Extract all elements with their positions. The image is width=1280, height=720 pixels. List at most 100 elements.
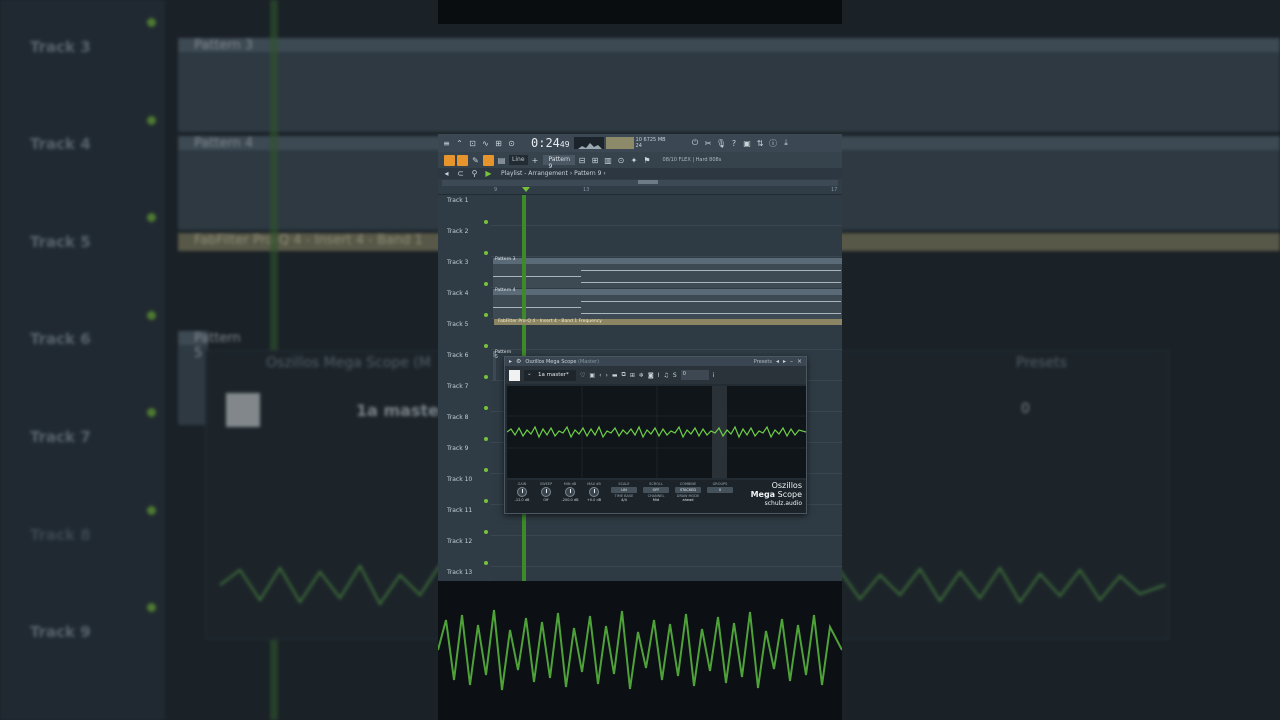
download-icon[interactable]: ⤓ (781, 138, 792, 149)
snap-select[interactable]: Line (509, 155, 528, 165)
automation-clip[interactable]: FabFilter Pro-Q 4 - Insert 4 - Band 1 Fr… (494, 319, 842, 325)
option-groups[interactable]: GROUPS 0 (705, 482, 735, 494)
arrow-tool[interactable] (457, 154, 468, 166)
option-value-2[interactable]: ahead (673, 498, 703, 502)
knob-gain[interactable]: GAIN -12.0 dB (511, 482, 533, 502)
menu-icon[interactable]: ≡ (441, 138, 452, 149)
track-label[interactable]: Track 2 (447, 228, 468, 235)
loop-icon[interactable]: ⊙ (506, 138, 517, 149)
pattern-selector[interactable]: Pattern 9 (542, 155, 575, 170)
option-value[interactable]: STACKED (675, 487, 701, 493)
tools-icon[interactable]: ✂ (703, 138, 714, 149)
preset-selector[interactable]: ⌄ 1a master* (524, 369, 576, 381)
track-lane[interactable] (491, 567, 842, 581)
option-value[interactable]: OFF (643, 487, 669, 493)
knob-dial[interactable] (589, 487, 599, 497)
pattern-song-toggle[interactable] (444, 154, 455, 166)
info-icon[interactable]: i (713, 372, 715, 379)
tempo-icon[interactable]: ⚑ (642, 155, 653, 166)
track-mute-dot[interactable] (484, 313, 488, 317)
stamp-icon[interactable]: ▤ (496, 155, 507, 166)
pattern-clip[interactable]: Pattern 5 (493, 350, 511, 381)
track-mute-dot[interactable] (484, 468, 488, 472)
track-label[interactable]: Track 13 (447, 569, 472, 576)
record-mode-icon[interactable]: ⊡ (467, 138, 478, 149)
track-mute-dot[interactable] (484, 344, 488, 348)
track-label[interactable]: Track 9 (447, 445, 468, 452)
presets-menu[interactable]: Presets (754, 359, 772, 365)
track-mute-dot[interactable] (484, 220, 488, 224)
track-label[interactable]: Track 5 (447, 321, 468, 328)
next-preset-icon[interactable]: ▸ (783, 358, 786, 365)
track-label[interactable]: Track 4 (447, 290, 468, 297)
collapse-icon[interactable]: ▸ (509, 358, 512, 365)
track-lane[interactable] (491, 195, 842, 226)
pencil-icon[interactable]: ✎ (470, 155, 481, 166)
knob-dial[interactable] (565, 487, 575, 497)
favorite-icon[interactable]: ♡ (580, 372, 585, 379)
option-scale[interactable]: SCALE LIN TIME BASE 4/4 (609, 482, 639, 502)
track-lane[interactable] (491, 536, 842, 567)
track-mute-dot[interactable] (484, 282, 488, 286)
pattern-clip[interactable]: Pattern 3 (493, 257, 842, 288)
folder-icon[interactable]: ▬ (612, 372, 618, 379)
channel-rack-icon[interactable]: ⊞ (590, 155, 601, 166)
prev-icon[interactable]: ‹ (599, 372, 601, 379)
track-lane[interactable] (491, 226, 842, 257)
knob-sweep[interactable]: SWEEP Off (535, 482, 557, 502)
mixer-icon[interactable]: ⊟ (577, 155, 588, 166)
magnet-icon[interactable]: ⊂ (455, 168, 466, 179)
scrollbar-thumb[interactable] (638, 180, 658, 184)
scope-titlebar[interactable]: ▸ ⚙ Oszillos Mega Scope (Master) Presets… (505, 357, 806, 366)
grid-icon[interactable]: ⊞ (630, 372, 635, 379)
option-combine[interactable]: COMBINE STACKED DRAW MODE ahead (673, 482, 703, 502)
waveform-icon[interactable]: ∿ (480, 138, 491, 149)
timeline-ruler[interactable]: 9 13 17 (438, 179, 842, 195)
color-swatch[interactable] (509, 369, 520, 381)
close-icon[interactable]: × (797, 358, 802, 365)
track-label[interactable]: Track 6 (447, 352, 468, 359)
option-value-2[interactable]: 4/4 (609, 498, 639, 502)
track-mute-dot[interactable] (484, 561, 488, 565)
option-value-2[interactable]: Mid (641, 498, 671, 502)
paint-tool[interactable] (483, 154, 494, 166)
track-mute-dot[interactable] (484, 437, 488, 441)
zoom-icon[interactable]: ⚲ (469, 168, 480, 179)
add-pattern-icon[interactable]: + (530, 155, 541, 166)
track-label[interactable]: Track 12 (447, 538, 472, 545)
knob-dial[interactable] (517, 487, 527, 497)
option-value[interactable]: 0 (707, 487, 733, 493)
freeze-icon[interactable]: ❄ (639, 372, 644, 379)
camera-icon[interactable]: ◙ (648, 372, 654, 379)
plugin-gear-icon[interactable]: ⚙ (516, 358, 521, 365)
help-icon[interactable]: ? (729, 138, 740, 149)
track-label[interactable]: Track 7 (447, 383, 468, 390)
track-label[interactable]: Track 1 (447, 197, 468, 204)
track-mute-dot[interactable] (484, 530, 488, 534)
track-mute-dot[interactable] (484, 406, 488, 410)
scope-display[interactable] (507, 386, 806, 478)
mic-icon[interactable]: 🎙 (716, 138, 727, 149)
option-value[interactable]: LIN (611, 487, 637, 493)
minimize-icon[interactable]: – (790, 358, 793, 365)
track-mute-dot[interactable] (484, 375, 488, 379)
midi-icon[interactable]: ♫ (664, 372, 669, 379)
s-button[interactable]: S (673, 372, 677, 379)
knob-min-db[interactable]: MIN dB -200.0 dB (559, 482, 581, 502)
plugin-icon[interactable]: ✦ (629, 155, 640, 166)
render-icon[interactable]: ⇅ (755, 138, 766, 149)
step-icon[interactable]: ⊞ (493, 138, 504, 149)
track-mute-dot[interactable] (484, 251, 488, 255)
track-label[interactable]: Track 3 (447, 259, 468, 266)
option-scroll[interactable]: SCROLL OFF CHANNEL Mid (641, 482, 671, 502)
info-icon[interactable]: ⓘ (768, 138, 779, 149)
track-label[interactable]: Track 11 (447, 507, 472, 514)
options-icon[interactable]: ◂ (441, 168, 452, 179)
track-label[interactable]: Track 8 (447, 414, 468, 421)
piano-roll-icon[interactable]: ▥ (603, 155, 614, 166)
playhead-marker[interactable] (522, 187, 530, 192)
browser-icon[interactable]: ⊙ (616, 155, 627, 166)
play-icon[interactable]: ▶ (483, 168, 494, 179)
copy-icon[interactable]: ⧉ (622, 371, 626, 379)
knob-max-db[interactable]: MAX dB +0.0 dB (583, 482, 605, 502)
